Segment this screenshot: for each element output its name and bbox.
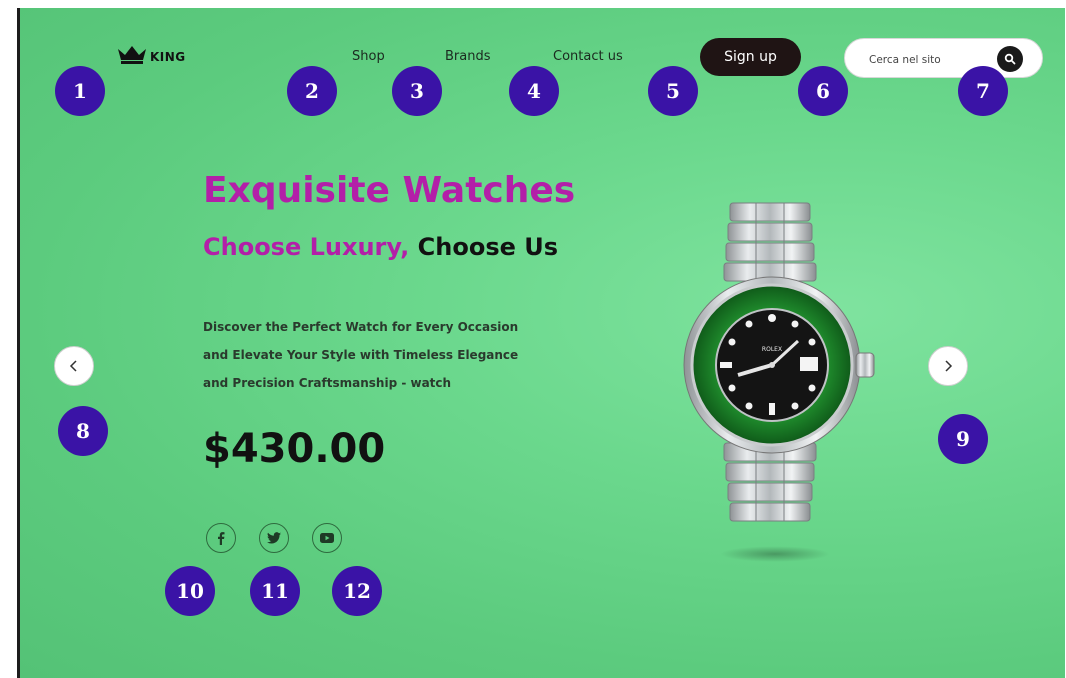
hero-title: Exquisite Watches: [203, 170, 576, 211]
hero-subtitle-accent: Choose Luxury,: [203, 233, 410, 261]
badge-8: 8: [58, 406, 108, 456]
watch-image: ROLEX: [683, 202, 875, 522]
youtube-icon: [320, 533, 334, 543]
nav-shop[interactable]: Shop: [352, 49, 385, 64]
badge-6: 6: [798, 66, 848, 116]
badge-4: 4: [509, 66, 559, 116]
badge-11: 11: [250, 566, 300, 616]
hero-section: KING Shop Brands Contact us Sign up Exqu…: [17, 8, 1065, 678]
description-line: and Precision Craftsmanship - watch: [203, 376, 452, 390]
badge-7: 7: [958, 66, 1008, 116]
carousel-next-button[interactable]: [928, 346, 968, 386]
search-button[interactable]: [997, 46, 1023, 72]
nav-brands[interactable]: Brands: [445, 49, 491, 64]
facebook-button[interactable]: [206, 523, 236, 553]
twitter-icon: [267, 532, 281, 544]
badge-1: 1: [55, 66, 105, 116]
description-line: and Elevate Your Style with Timeless Ele…: [203, 348, 519, 362]
badge-9: 9: [938, 414, 988, 464]
description-line: Discover the Perfect Watch for Every Occ…: [203, 320, 519, 334]
price: $430.00: [203, 426, 386, 472]
twitter-button[interactable]: [259, 523, 289, 553]
hero-subtitle-plain: Choose Us: [417, 233, 559, 261]
carousel-prev-button[interactable]: [54, 346, 94, 386]
nav-contact-us[interactable]: Contact us: [553, 49, 623, 64]
chevron-left-icon: [69, 360, 77, 372]
logo[interactable]: KING: [117, 44, 186, 64]
facebook-icon: [218, 532, 225, 545]
signup-button[interactable]: Sign up: [700, 38, 801, 76]
badge-3: 3: [392, 66, 442, 116]
hero-subtitle: Choose Luxury, Choose Us: [203, 233, 558, 261]
crown-icon: [118, 46, 146, 64]
logo-text: KING: [150, 50, 186, 64]
badge-5: 5: [648, 66, 698, 116]
watch-brand-text: ROLEX: [762, 346, 782, 353]
hero-description: Discover the Perfect Watch for Every Occ…: [203, 313, 563, 397]
badge-2: 2: [287, 66, 337, 116]
search-bar: [844, 38, 1043, 78]
bracelet-bottom: [723, 442, 817, 522]
search-icon: [1004, 53, 1016, 65]
youtube-button[interactable]: [312, 523, 342, 553]
product-shadow: [720, 546, 830, 562]
bracelet-top: [723, 202, 817, 282]
chevron-right-icon: [945, 360, 953, 372]
badge-10: 10: [165, 566, 215, 616]
badge-12: 12: [332, 566, 382, 616]
